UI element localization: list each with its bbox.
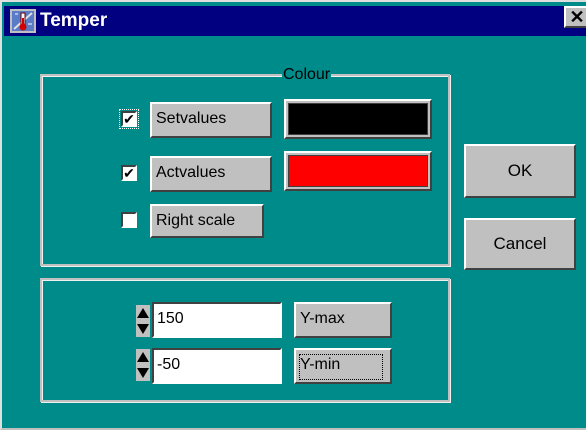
- window-title: Temper: [40, 10, 108, 31]
- colour-group-legend: Colour: [282, 66, 332, 84]
- close-button[interactable]: ✕: [564, 6, 586, 28]
- setvalues-color-swatch[interactable]: [284, 99, 432, 139]
- actvalues-button[interactable]: Actvalues: [150, 156, 272, 192]
- ymin-label-button[interactable]: Y-min: [294, 348, 392, 384]
- setvalues-button[interactable]: Setvalues: [150, 102, 272, 138]
- actvalues-checkbox[interactable]: ✔: [121, 165, 137, 181]
- ymax-spinner-icon[interactable]: [136, 305, 150, 337]
- right-scale-button[interactable]: Right scale: [150, 204, 264, 238]
- ymax-input[interactable]: 150: [152, 302, 282, 338]
- setvalues-checkbox[interactable]: ✔: [119, 109, 139, 129]
- title-bar[interactable]: Temper: [4, 6, 586, 36]
- thermometer-icon: [10, 9, 36, 33]
- temper-dialog: Temper ✕ Colour ✔ Setvalues ✔ Actvalues …: [0, 0, 586, 430]
- ok-button[interactable]: OK: [464, 144, 576, 198]
- ymax-label-button[interactable]: Y-max: [294, 302, 392, 338]
- cancel-button[interactable]: Cancel: [464, 218, 576, 270]
- actvalues-color-swatch[interactable]: [284, 151, 432, 191]
- ymin-spinner-icon[interactable]: [136, 349, 150, 381]
- ymin-input[interactable]: -50: [152, 348, 282, 384]
- right-scale-checkbox[interactable]: [121, 212, 137, 228]
- close-icon: ✕: [569, 7, 585, 27]
